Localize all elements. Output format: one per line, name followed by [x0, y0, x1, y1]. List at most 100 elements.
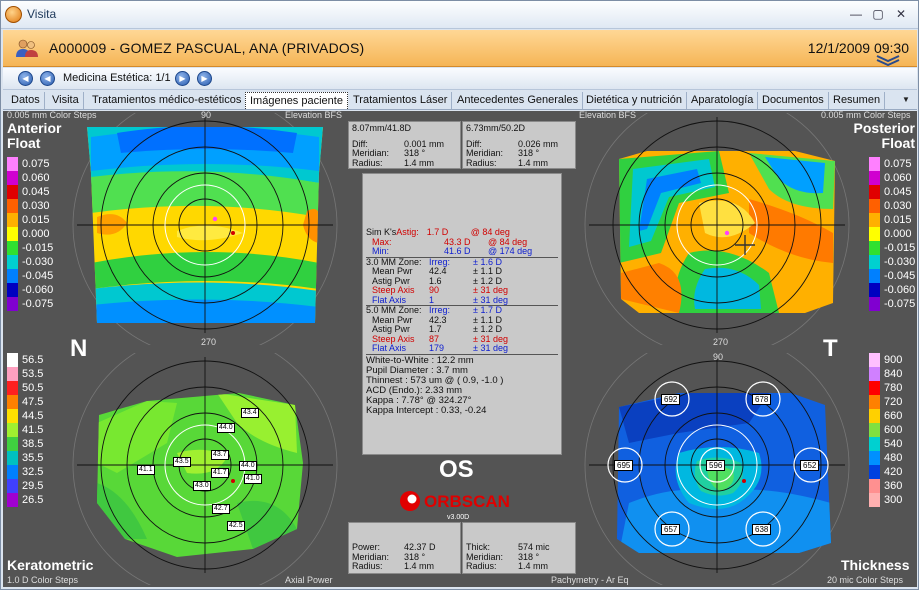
readout-value: 1.4 mm — [404, 561, 435, 571]
astig-label: Astig: — [396, 227, 419, 237]
tab-antecedentes-generales[interactable]: Antecedentes Generales — [453, 92, 584, 109]
scale-swatch — [7, 283, 18, 297]
scale-value: 0.000 — [22, 228, 50, 240]
scale-swatch — [869, 423, 880, 437]
tab-datos[interactable]: Datos — [7, 92, 45, 109]
previous-record-button[interactable]: ◀ — [40, 71, 55, 86]
scale-value: 35.5 — [22, 452, 44, 464]
scale-step: 900 — [869, 353, 917, 367]
patient-header: A000009 - GOMEZ PASCUAL, ANA (PRIVADOS) … — [3, 30, 917, 67]
anterior-elevation-map[interactable] — [57, 113, 353, 345]
keratometric-value: 41.1 — [137, 465, 155, 475]
scale-swatch — [7, 395, 18, 409]
anterior-elevation-color-scale: 0.075 0.060 0.045 0.030 0.015 0.000 -0.015 -0.0… — [7, 157, 55, 311]
simk-min: 41.6 D — [444, 246, 471, 256]
readout-key: Radius: — [466, 561, 497, 571]
tab-overflow-chevron-icon[interactable]: ▼ — [899, 93, 913, 107]
simk-min-axis: @ 174 deg — [488, 246, 533, 256]
readout-key: Radius: — [466, 157, 497, 168]
scale-value: 50.5 — [22, 382, 44, 394]
scale-step: 0.030 — [7, 199, 55, 213]
thickness-value: 657 — [661, 524, 681, 535]
scale-step: 0.045 — [869, 185, 917, 199]
close-button[interactable]: ✕ — [892, 6, 910, 22]
next-record-button[interactable]: ▶ — [175, 71, 190, 86]
thickness-value: 638 — [752, 524, 772, 535]
scale-value: -0.030 — [884, 256, 916, 268]
collapse-chevron-icon[interactable] — [875, 54, 901, 66]
scale-step: 720 — [869, 395, 917, 409]
tab-tratamientos-medico-esteticos[interactable]: Tratamientos médico-estéticos — [88, 92, 247, 109]
scale-swatch — [869, 283, 880, 297]
scale-swatch — [7, 269, 18, 283]
scale-value: 26.5 — [22, 494, 44, 506]
zone5-flat-tol: ± 31 deg — [473, 343, 508, 353]
scale-swatch — [7, 437, 18, 451]
scale-step: 420 — [869, 465, 917, 479]
record-position: Medicina Estética: 1/1 — [63, 72, 171, 84]
scale-value: 41.5 — [22, 424, 44, 436]
scale-value: 47.5 — [22, 396, 44, 408]
thickness-value: 652 — [800, 460, 820, 471]
anterior-readout-panel: 8.07mm/41.8D Diff: 0.001 mm Meridian: 318 … — [348, 121, 461, 169]
scale-value: 0.060 — [22, 172, 50, 184]
tab-imagenes-paciente[interactable]: Imágenes paciente — [245, 92, 348, 109]
scale-value: 840 — [884, 368, 903, 380]
scale-step: -0.060 — [7, 283, 55, 297]
minimize-button[interactable]: — — [847, 6, 865, 22]
thickness-color-steps: 20 mic Color Steps — [827, 575, 904, 585]
scale-value: 0.030 — [22, 200, 50, 212]
scale-value: 900 — [884, 354, 903, 366]
scale-step: 38.5 — [7, 437, 55, 451]
posterior-elevation-bfs: Elevation BFS — [579, 111, 637, 120]
scale-value: -0.030 — [22, 256, 54, 268]
scale-value: 420 — [884, 466, 903, 478]
window-title: Visita — [27, 7, 57, 21]
anterior-elevation-bfs: Elevation BFS — [285, 111, 343, 120]
scale-swatch — [869, 241, 880, 255]
scale-swatch — [869, 199, 880, 213]
thickness-color-scale: 900 840 780 720 660 600 540 480 420 360 300 — [869, 353, 917, 507]
pupil-diameter: Pupil Diameter : 3.7 mm — [366, 364, 468, 376]
scale-value: 0.045 — [22, 186, 50, 198]
scale-step: -0.045 — [7, 269, 55, 283]
thickness-value: 596 — [706, 460, 726, 471]
brand-version: v3.00D — [447, 514, 470, 521]
scale-swatch — [7, 199, 18, 213]
visita-window: Visita — ▢ ✕ A000009 - GOMEZ PASCUAL, AN… — [0, 0, 919, 590]
scale-value: 53.5 — [22, 368, 44, 380]
first-record-button[interactable]: ◀ — [18, 71, 33, 86]
scale-step: 0.075 — [7, 157, 55, 171]
tab-resumen[interactable]: Resumen — [829, 92, 886, 109]
scale-value: 300 — [884, 494, 903, 506]
scale-value: 0.030 — [884, 200, 912, 212]
scale-step: -0.030 — [869, 255, 917, 269]
scale-swatch — [7, 465, 18, 479]
tab-aparatologia[interactable]: Aparatología — [687, 92, 759, 109]
zone3-flat-axis-label: Flat Axis — [372, 294, 407, 305]
keratometric-value: 43.5 — [173, 457, 191, 467]
tab-tratamientos-laser[interactable]: Tratamientos Láser — [349, 92, 453, 109]
posterior-elevation-map[interactable] — [569, 113, 865, 345]
maximize-button[interactable]: ▢ — [869, 6, 887, 22]
app-icon — [5, 6, 22, 23]
keratometric-value: 43.7 — [211, 450, 229, 460]
thinnest: Thinnest : 573 um @ ( 0.9, -1.0 ) — [366, 374, 504, 386]
keratometric-title: Keratometric — [7, 557, 94, 573]
scale-swatch — [869, 493, 880, 507]
readout-value: 1.4 mm — [518, 157, 549, 168]
scale-swatch — [869, 451, 880, 465]
tab-dietetica-nutricion[interactable]: Dietética y nutrición — [582, 92, 687, 109]
tab-strip: Datos Visita Tratamientos médico-estétic… — [3, 91, 917, 110]
scale-swatch — [869, 269, 880, 283]
scale-value: 29.5 — [22, 480, 44, 492]
keratometric-power-map[interactable] — [57, 353, 353, 585]
zone5-flat-axis-label: Flat Axis — [372, 343, 407, 353]
readout-value: 1.4 mm — [518, 561, 549, 571]
last-record-button[interactable]: ▶ — [197, 71, 212, 86]
scale-step: 35.5 — [7, 451, 55, 465]
tab-documentos[interactable]: Documentos — [758, 92, 829, 109]
tab-visita[interactable]: Visita — [48, 92, 84, 109]
scale-value: 0.045 — [884, 186, 912, 198]
scale-value: 44.5 — [22, 410, 44, 422]
